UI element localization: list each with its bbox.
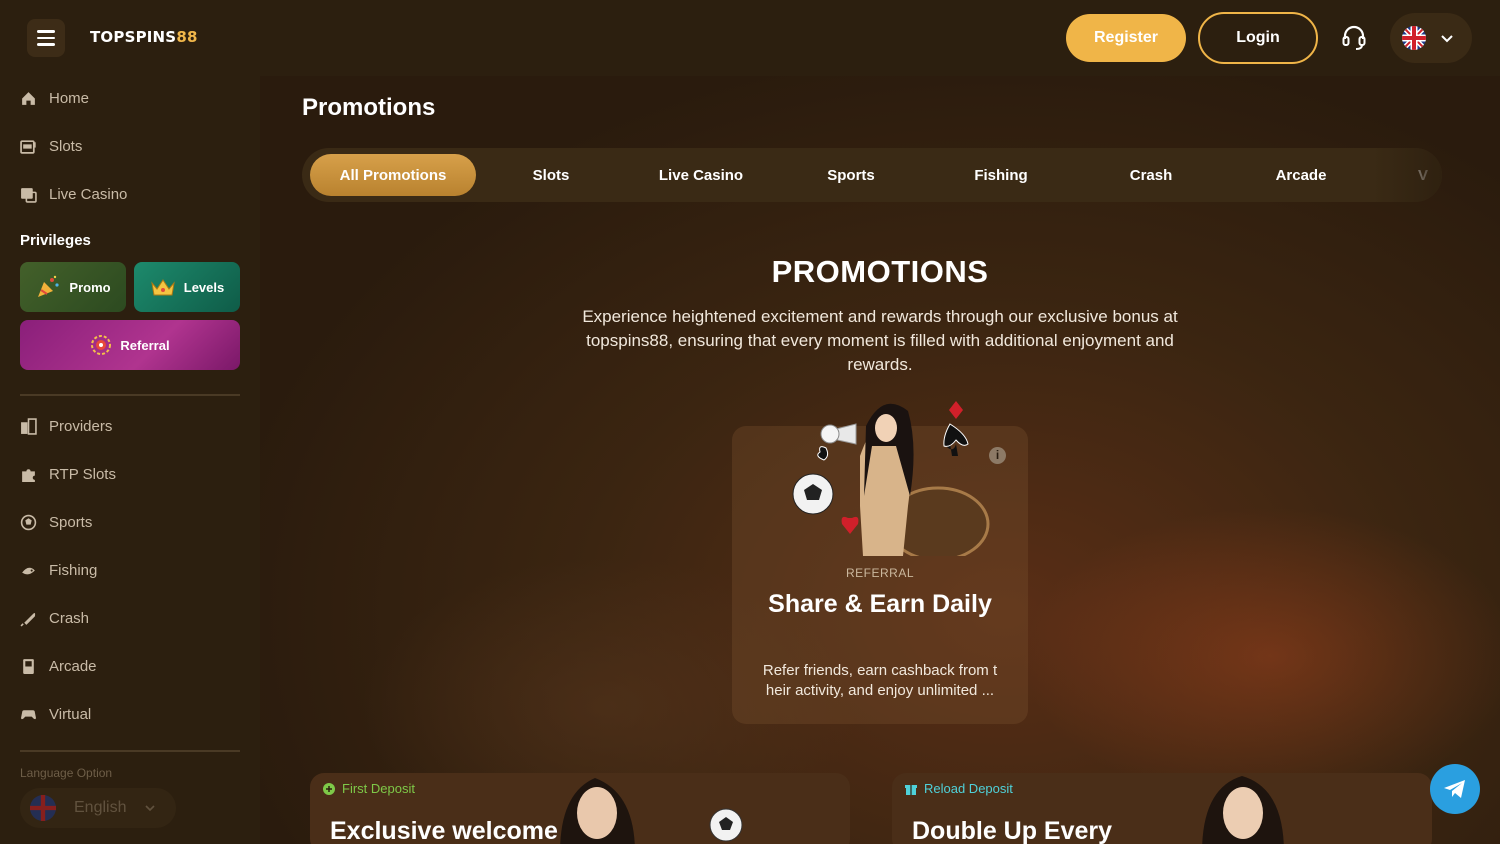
sidebar-item-label: Virtual xyxy=(49,705,92,723)
menu-bar xyxy=(37,43,55,46)
tab-all-promotions[interactable]: All Promotions xyxy=(310,154,476,196)
language-option-label: Language Option xyxy=(20,766,113,780)
fishing-icon xyxy=(22,567,35,574)
promotion-category-tabs: All Promotions Slots Live Casino Sports … xyxy=(302,148,1442,202)
puzzle-icon xyxy=(22,468,35,482)
sidebar-item-label: RTP Slots xyxy=(49,465,116,483)
sidebar-item-label: Providers xyxy=(49,417,113,435)
party-popper-icon xyxy=(38,275,60,297)
logo-text: TOPSPINS xyxy=(90,28,177,46)
referral-target-icon xyxy=(91,335,112,355)
sidebar-divider xyxy=(20,394,240,396)
sidebar-item-fishing[interactable]: Fishing xyxy=(20,558,97,582)
info-icon[interactable]: i xyxy=(989,447,1006,464)
tab-crash[interactable]: Crash xyxy=(1068,154,1234,196)
promo-card-tag: Reload Deposit xyxy=(904,781,1013,796)
home-icon xyxy=(22,91,35,105)
menu-bar xyxy=(37,36,55,40)
promo-tag-label: Reload Deposit xyxy=(924,781,1013,796)
sidebar-item-rtp-slots[interactable]: RTP Slots xyxy=(20,462,116,486)
sidebar-item-label: Sports xyxy=(49,513,93,531)
sidebar-item-label: Arcade xyxy=(49,657,97,675)
sidebar-item-label: Fishing xyxy=(49,561,98,579)
sidebar-item-slots[interactable]: Slots xyxy=(20,134,82,158)
promo-card-title: Double Up Every xyxy=(912,817,1113,844)
gamepad-icon xyxy=(21,709,36,719)
main-content: Promotions All Promotions Slots Live Cas… xyxy=(260,76,1500,844)
logo-number: 88 xyxy=(176,28,198,46)
levels-label: Levels xyxy=(183,279,225,295)
sidebar-item-label: Live Casino xyxy=(49,185,128,203)
chevron-down-icon xyxy=(145,805,156,812)
referral-label: Referral xyxy=(120,337,170,353)
promo-card-title: Exclusive welcome xyxy=(330,817,558,844)
gift-icon xyxy=(905,784,917,795)
promotions-heading: PROMOTIONS xyxy=(771,254,989,289)
sidebar-item-home[interactable]: Home xyxy=(20,86,89,110)
top-header: TOPSPINS88 Register Login xyxy=(0,0,1500,76)
sidebar-item-sports[interactable]: Sports xyxy=(20,510,92,534)
sidebar-item-label: Slots xyxy=(49,137,83,155)
login-button[interactable]: Login xyxy=(1198,12,1318,64)
promo-privilege-card[interactable]: Promo xyxy=(20,262,126,312)
language-value: English xyxy=(74,799,127,816)
telegram-chat-button[interactable] xyxy=(1430,764,1480,814)
language-select[interactable]: English xyxy=(20,788,176,828)
sidebar-item-providers[interactable]: Providers xyxy=(20,414,112,438)
gift-badge-icon xyxy=(323,782,335,795)
promo-label: Promo xyxy=(69,279,111,295)
sidebar-item-virtual[interactable]: Virtual xyxy=(20,702,91,726)
arcade-icon xyxy=(23,658,34,674)
background-glow xyxy=(1020,506,1500,806)
referral-card-title: Share & Earn Daily xyxy=(768,590,992,618)
reload-deposit-promo-card[interactable]: Reload Deposit Double Up Every xyxy=(892,773,1432,844)
promo-card-tag: First Deposit xyxy=(322,781,415,796)
referral-card-tag: REFERRAL xyxy=(845,566,914,580)
promotions-description: Experience heightened excitement and rew… xyxy=(582,307,1178,374)
levels-privilege-card[interactable]: Levels xyxy=(134,262,240,312)
register-button[interactable]: Register xyxy=(1066,14,1186,62)
soccer-ball-icon xyxy=(20,514,37,530)
tab-slots[interactable]: Slots xyxy=(468,154,634,196)
brand-logo[interactable]: TOPSPINS88 xyxy=(90,28,198,46)
sidebar-divider xyxy=(20,750,240,752)
tabs-fade-overlay xyxy=(1372,148,1442,202)
tab-sports[interactable]: Sports xyxy=(768,154,934,196)
sidebar-item-crash[interactable]: Crash xyxy=(20,606,89,630)
uk-flag-icon xyxy=(1402,26,1426,50)
rocket-icon xyxy=(20,612,36,627)
sidebar: Home Slots Live Casino Privileges Promo … xyxy=(0,76,260,844)
promo-model-image xyxy=(1202,776,1284,844)
uk-flag-icon xyxy=(30,795,56,821)
language-switcher[interactable] xyxy=(1390,13,1472,63)
crown-icon xyxy=(150,279,175,296)
promo-model-image xyxy=(560,778,635,844)
slot-machine-icon xyxy=(20,139,36,154)
referral-promo-image xyxy=(792,401,990,556)
telegram-icon xyxy=(1444,780,1465,798)
chevron-down-icon xyxy=(1441,35,1453,43)
first-deposit-promo-card[interactable]: First Deposit Exclusive welcome xyxy=(310,773,850,844)
menu-bar xyxy=(37,30,55,33)
live-casino-icon xyxy=(21,187,37,203)
providers-icon xyxy=(21,417,37,435)
tab-fishing[interactable]: Fishing xyxy=(918,154,1084,196)
hamburger-menu-button[interactable] xyxy=(27,19,65,57)
promo-tag-label: First Deposit xyxy=(342,781,415,796)
sidebar-item-arcade[interactable]: Arcade xyxy=(20,654,97,678)
headset-support-icon[interactable] xyxy=(1340,24,1368,52)
tab-live-casino[interactable]: Live Casino xyxy=(618,154,784,196)
sidebar-item-label: Crash xyxy=(49,609,90,627)
referral-card-description: Refer friends, earn cashback from t heir… xyxy=(762,662,998,699)
sidebar-item-label: Home xyxy=(49,89,90,107)
sidebar-item-live-casino[interactable]: Live Casino xyxy=(20,182,127,206)
soccer-ball-icon xyxy=(709,808,743,842)
privileges-heading: Privileges xyxy=(20,232,91,249)
referral-privilege-card[interactable]: Referral xyxy=(20,320,240,370)
page-title: Promotions xyxy=(302,94,436,121)
